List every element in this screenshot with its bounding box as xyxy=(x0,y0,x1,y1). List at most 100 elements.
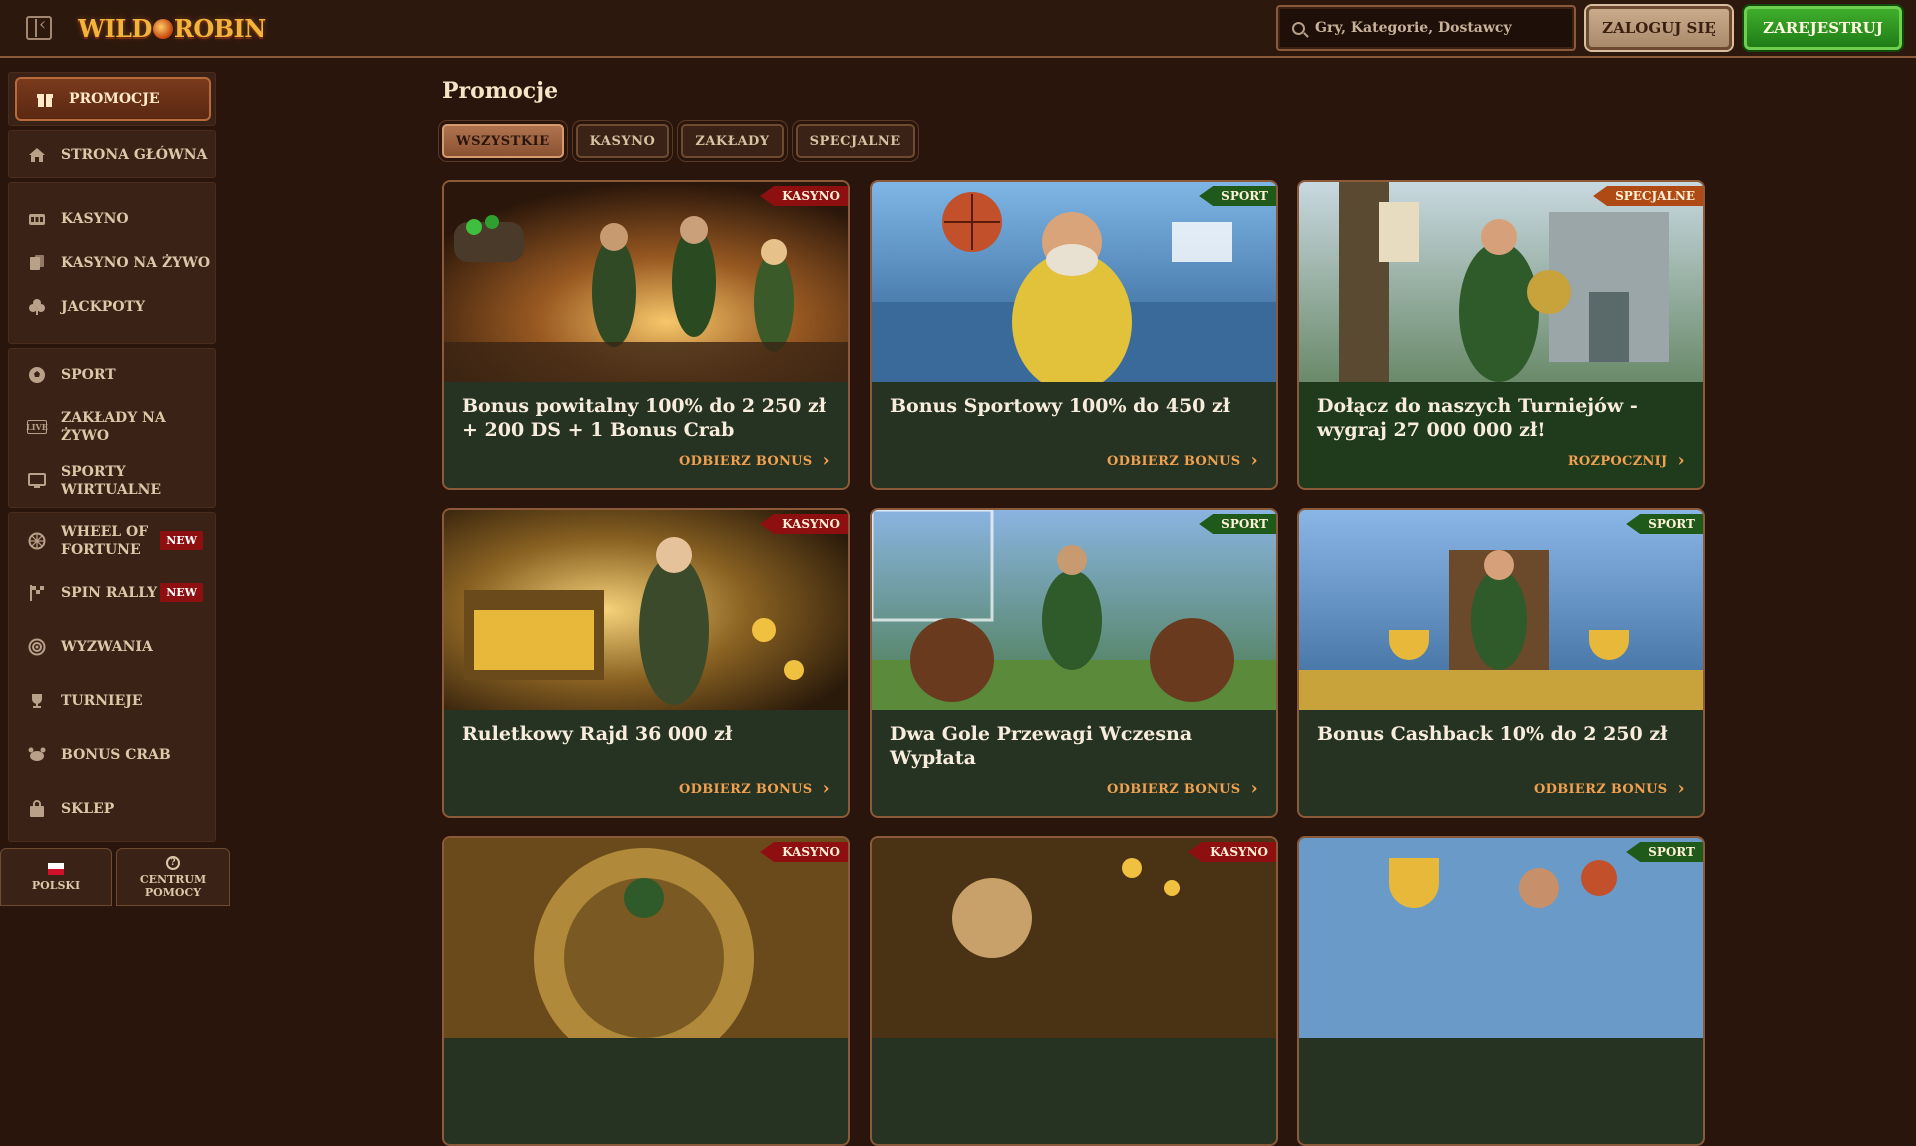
promo-card[interactable]: KASYNO Ruletkowy Rajd 36 000 zł ODBIERZ … xyxy=(442,508,850,818)
claim-bonus-link[interactable]: ODBIERZ BONUS xyxy=(679,778,830,799)
category-tag: KASYNO xyxy=(760,186,848,206)
register-button[interactable]: ZAREJESTRUJ xyxy=(1744,6,1902,50)
cards-icon xyxy=(27,253,47,273)
trophy-icon xyxy=(27,691,47,711)
promo-title: Bonus powitalny 100% do 2 250 zł + 200 D… xyxy=(462,395,827,441)
filter-tab-kasyno[interactable]: KASYNO xyxy=(575,124,670,158)
category-tag: KASYNO xyxy=(1188,842,1276,862)
category-tag: SPORT xyxy=(1199,186,1276,206)
promo-card[interactable]: SPORT Dwa Gole Przewagi Wczesna Wypłata … xyxy=(870,508,1278,818)
claim-bonus-link[interactable]: ODBIERZ BONUS xyxy=(1107,450,1258,471)
claim-bonus-link[interactable]: ODBIERZ BONUS xyxy=(1107,778,1258,799)
category-tag: KASYNO xyxy=(760,842,848,862)
promo-title: Ruletkowy Rajd 36 000 zł xyxy=(462,723,733,745)
promo-image-sport-bonus xyxy=(872,182,1276,382)
sidebar-item-label: TURNIEJE xyxy=(61,693,143,709)
promo-title: Bonus Cashback 10% do 2 250 zł xyxy=(1317,723,1668,745)
shopping-bag-icon xyxy=(27,799,47,819)
sidebar-item-label: KASYNO xyxy=(61,211,129,227)
promo-image-roulette-raid xyxy=(444,510,848,710)
login-button[interactable]: ZALOGUJ SIĘ xyxy=(1586,6,1732,50)
home-icon xyxy=(27,145,47,165)
category-tag: SPECJALNE xyxy=(1593,186,1703,206)
sidebar-item-label: SPORTY WIRTUALNE xyxy=(61,464,162,498)
sidebar-item-kasyno[interactable]: KASYNO xyxy=(9,197,215,241)
promo-title: Dwa Gole Przewagi Wczesna Wypłata xyxy=(890,723,1193,769)
promo-image-welcome-bonus xyxy=(444,182,848,382)
promo-card[interactable]: KASYNO Bonus powitalny 100% do 2 250 zł … xyxy=(442,180,850,490)
claim-bonus-link[interactable]: ODBIERZ BONUS xyxy=(679,450,830,471)
category-tag: SPORT xyxy=(1626,514,1703,534)
monitor-icon xyxy=(27,471,47,491)
new-badge: NEW xyxy=(160,531,203,550)
sidebar-item-bonus-crab[interactable]: BONUS CRAB xyxy=(9,733,215,777)
promo-title: Dołącz do naszych Turniejów - wygraj 27 … xyxy=(1317,395,1638,441)
search-input[interactable] xyxy=(1315,20,1555,36)
slot-machine-icon xyxy=(27,209,47,229)
search-box[interactable] xyxy=(1276,5,1576,51)
sidebar-item-strona-glowna[interactable]: STRONA GŁÓWNA xyxy=(9,133,215,177)
page-title: Promocje xyxy=(442,78,559,104)
promo-title: Bonus Sportowy 100% do 450 zł xyxy=(890,395,1231,417)
promo-card[interactable]: KASYNO xyxy=(442,836,850,1146)
sidebar-toggle-icon[interactable] xyxy=(26,14,52,40)
sidebar: PROMOCJE STRONA GŁÓWNA KASYNO KASYNO NA … xyxy=(0,58,230,906)
sidebar-item-label: SKLEP xyxy=(61,801,115,817)
promo-card[interactable]: SPORT xyxy=(1297,836,1705,1146)
nav-group-promo: PROMOCJE xyxy=(8,72,216,126)
promo-card[interactable]: SPORT Bonus Sportowy 100% do 450 zł ODBI… xyxy=(870,180,1278,490)
promo-card[interactable]: KASYNO xyxy=(870,836,1278,1146)
logo[interactable]: WILD ROBIN xyxy=(78,14,266,43)
start-link[interactable]: ROZPOCZNIJ xyxy=(1568,450,1685,471)
live-icon: LIVE xyxy=(26,420,48,434)
sidebar-item-label: SPORT xyxy=(61,367,116,383)
promo-image-casino xyxy=(872,838,1276,1038)
claim-bonus-link[interactable]: ODBIERZ BONUS xyxy=(1534,778,1685,799)
sidebar-item-spin-rally[interactable]: SPIN RALLY NEW xyxy=(9,571,215,615)
category-tag: SPORT xyxy=(1199,514,1276,534)
filter-tab-wszystkie[interactable]: WSZYSTKIE xyxy=(442,124,564,158)
sidebar-item-sporty-wirtualne[interactable]: SPORTY WIRTUALNE xyxy=(9,459,215,503)
filter-tab-zaklady[interactable]: ZAKŁADY xyxy=(681,124,784,158)
clover-icon xyxy=(27,297,47,317)
top-bar: WILD ROBIN ZALOGUJ SIĘ ZAREJESTRUJ xyxy=(0,0,1916,58)
promo-image-cashback xyxy=(1299,510,1703,710)
help-center-button[interactable]: ? CENTRUM POMOCY xyxy=(116,848,230,906)
promo-card[interactable]: SPORT Bonus Cashback 10% do 2 250 zł ODB… xyxy=(1297,508,1705,818)
main-content: Promocje WSZYSTKIE KASYNO ZAKŁADY SPECJA… xyxy=(442,58,1722,1146)
sidebar-item-kasyno-na-zywo[interactable]: KASYNO NA ŻYWO xyxy=(9,241,215,285)
new-badge: NEW xyxy=(160,583,203,602)
sidebar-item-zaklady-na-zywo[interactable]: LIVE ZAKŁADY NA ŻYWO xyxy=(9,405,215,449)
nav-group-extras: WHEEL OF FORTUNE NEW SPIN RALLY NEW WYZW… xyxy=(8,512,216,842)
promo-image-casino xyxy=(444,838,848,1038)
filter-tab-specjalne[interactable]: SPECJALNE xyxy=(795,124,915,158)
sidebar-item-jackpoty[interactable]: JACKPOTY xyxy=(9,285,215,329)
sidebar-item-label: BONUS CRAB xyxy=(61,747,171,763)
sidebar-item-wheel-of-fortune[interactable]: WHEEL OF FORTUNE NEW xyxy=(9,519,215,563)
promo-image-sport xyxy=(1299,838,1703,1038)
crab-icon xyxy=(27,745,47,765)
search-icon xyxy=(1292,21,1305,35)
nav-group-home: STRONA GŁÓWNA xyxy=(8,130,216,178)
help-center-label: CENTRUM POMOCY xyxy=(139,872,207,899)
sidebar-item-turnieje[interactable]: TURNIEJE xyxy=(9,679,215,723)
logo-text-wild: WILD xyxy=(78,14,152,43)
sidebar-item-label: KASYNO NA ŻYWO xyxy=(61,255,211,271)
sidebar-item-promocje[interactable]: PROMOCJE xyxy=(15,77,211,121)
sidebar-item-label: PROMOCJE xyxy=(69,91,160,107)
sidebar-item-label: WHEEL OF FORTUNE xyxy=(61,524,149,558)
wheel-icon xyxy=(27,531,47,551)
nav-group-casino: KASYNO KASYNO NA ŻYWO JACKPOTY xyxy=(8,182,216,344)
language-selector[interactable]: POLSKI xyxy=(0,848,112,906)
promo-card[interactable]: SPECJALNE Dołącz do naszych Turniejów - … xyxy=(1297,180,1705,490)
sidebar-item-wyzwania[interactable]: WYZWANIA xyxy=(9,625,215,669)
sidebar-item-sklep[interactable]: SKLEP xyxy=(9,787,215,831)
promo-image-tournaments xyxy=(1299,182,1703,382)
sidebar-item-label: SPIN RALLY xyxy=(61,585,158,601)
promo-image-two-goals xyxy=(872,510,1276,710)
sidebar-item-sport[interactable]: SPORT xyxy=(9,353,215,397)
gift-icon xyxy=(35,89,55,109)
promo-filter-tabs: WSZYSTKIE KASYNO ZAKŁADY SPECJALNE xyxy=(442,124,915,158)
category-tag: KASYNO xyxy=(760,514,848,534)
question-icon: ? xyxy=(166,855,180,870)
